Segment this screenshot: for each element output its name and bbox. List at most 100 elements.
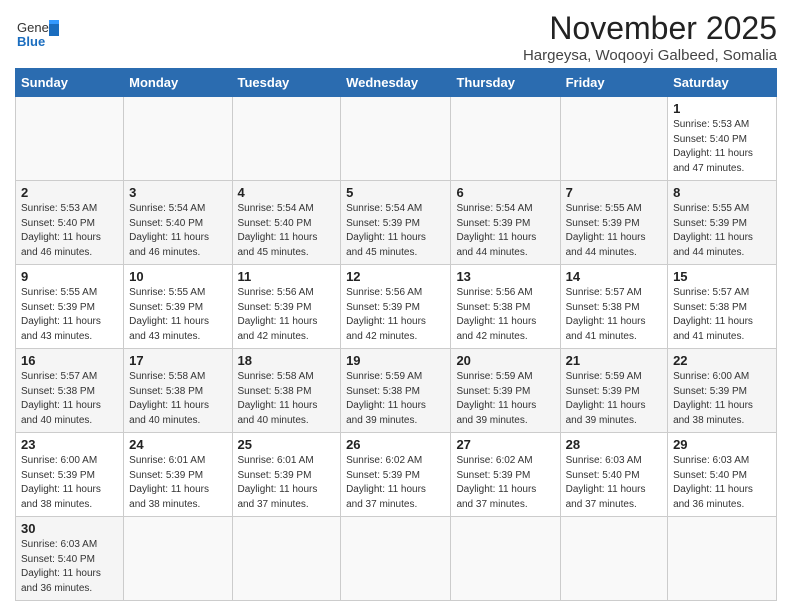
month-title: November 2025: [523, 10, 777, 47]
day-info: Sunrise: 5:53 AM Sunset: 5:40 PM Dayligh…: [21, 202, 118, 260]
day-info: Sunrise: 5:58 AM Sunset: 5:38 PM Dayligh…: [238, 370, 336, 428]
day-number: 22: [673, 353, 771, 368]
day-info: Sunrise: 5:53 AM Sunset: 5:40 PM Dayligh…: [673, 118, 771, 176]
day-number: 4: [238, 185, 336, 200]
calendar-day-cell: 2Sunrise: 5:53 AM Sunset: 5:40 PM Daylig…: [16, 181, 124, 265]
day-number: 5: [346, 185, 445, 200]
calendar-day-cell: 10Sunrise: 5:55 AM Sunset: 5:39 PM Dayli…: [124, 265, 232, 349]
day-number: 27: [456, 437, 554, 452]
day-info: Sunrise: 6:03 AM Sunset: 5:40 PM Dayligh…: [673, 454, 771, 512]
day-info: Sunrise: 6:01 AM Sunset: 5:39 PM Dayligh…: [238, 454, 336, 512]
calendar-day-cell: [124, 517, 232, 601]
day-number: 19: [346, 353, 445, 368]
day-info: Sunrise: 5:57 AM Sunset: 5:38 PM Dayligh…: [673, 286, 771, 344]
calendar-day-cell: 9Sunrise: 5:55 AM Sunset: 5:39 PM Daylig…: [16, 265, 124, 349]
day-number: 18: [238, 353, 336, 368]
day-number: 23: [21, 437, 118, 452]
day-number: 29: [673, 437, 771, 452]
title-block: November 2025 Hargeysa, Woqooyi Galbeed,…: [523, 10, 777, 64]
calendar-header-cell: Thursday: [451, 69, 560, 97]
logo-icon: General Blue: [15, 16, 59, 52]
calendar-day-cell: 17Sunrise: 5:58 AM Sunset: 5:38 PM Dayli…: [124, 349, 232, 433]
calendar-day-cell: [16, 97, 124, 181]
calendar-header-row: SundayMondayTuesdayWednesdayThursdayFrid…: [16, 69, 777, 97]
day-number: 12: [346, 269, 445, 284]
svg-text:Blue: Blue: [17, 34, 45, 49]
calendar-week-row: 1 Sunrise: 5:53 AM Sunset: 5:40 PM Daylig…: [16, 97, 777, 181]
calendar-week-row: 2Sunrise: 5:53 AM Sunset: 5:40 PM Daylig…: [16, 181, 777, 265]
calendar-day-cell: 28Sunrise: 6:03 AM Sunset: 5:40 PM Dayli…: [560, 433, 667, 517]
day-info: Sunrise: 5:54 AM Sunset: 5:39 PM Dayligh…: [346, 202, 445, 260]
day-info: Sunrise: 5:56 AM Sunset: 5:39 PM Dayligh…: [346, 286, 445, 344]
day-info: Sunrise: 5:56 AM Sunset: 5:38 PM Dayligh…: [456, 286, 554, 344]
day-number: 7: [566, 185, 662, 200]
calendar-day-cell: 21 Sunrise: 5:59 AM Sunset: 5:39 PM Dayli…: [560, 349, 667, 433]
calendar-day-cell: [232, 97, 341, 181]
calendar-day-cell: 8 Sunrise: 5:55 AM Sunset: 5:39 PM Daylig…: [668, 181, 777, 265]
calendar-day-cell: 16 Sunrise: 5:57 AM Sunset: 5:38 PM Dayli…: [16, 349, 124, 433]
calendar-day-cell: 13 Sunrise: 5:56 AM Sunset: 5:38 PM Dayli…: [451, 265, 560, 349]
calendar-day-cell: 4Sunrise: 5:54 AM Sunset: 5:40 PM Daylig…: [232, 181, 341, 265]
calendar-header-cell: Saturday: [668, 69, 777, 97]
calendar-week-row: 23 Sunrise: 6:00 AM Sunset: 5:39 PM Dayli…: [16, 433, 777, 517]
calendar-day-cell: [668, 517, 777, 601]
day-info: Sunrise: 6:00 AM Sunset: 5:39 PM Dayligh…: [21, 454, 118, 512]
day-number: 16: [21, 353, 118, 368]
day-info: Sunrise: 5:59 AM Sunset: 5:39 PM Dayligh…: [566, 370, 662, 428]
day-info: Sunrise: 5:58 AM Sunset: 5:38 PM Dayligh…: [129, 370, 226, 428]
calendar-day-cell: 12 Sunrise: 5:56 AM Sunset: 5:39 PM Dayli…: [341, 265, 451, 349]
calendar-day-cell: 1 Sunrise: 5:53 AM Sunset: 5:40 PM Daylig…: [668, 97, 777, 181]
day-info: Sunrise: 5:57 AM Sunset: 5:38 PM Dayligh…: [21, 370, 118, 428]
day-info: Sunrise: 6:02 AM Sunset: 5:39 PM Dayligh…: [456, 454, 554, 512]
calendar-day-cell: 19Sunrise: 5:59 AM Sunset: 5:38 PM Dayli…: [341, 349, 451, 433]
calendar-day-cell: 5 Sunrise: 5:54 AM Sunset: 5:39 PM Daylig…: [341, 181, 451, 265]
calendar-day-cell: [451, 97, 560, 181]
calendar-day-cell: [560, 97, 667, 181]
calendar-day-cell: 6Sunrise: 5:54 AM Sunset: 5:39 PM Daylig…: [451, 181, 560, 265]
calendar-week-row: 9Sunrise: 5:55 AM Sunset: 5:39 PM Daylig…: [16, 265, 777, 349]
calendar-day-cell: 18 Sunrise: 5:58 AM Sunset: 5:38 PM Dayli…: [232, 349, 341, 433]
calendar-header-cell: Friday: [560, 69, 667, 97]
calendar-day-cell: 25 Sunrise: 6:01 AM Sunset: 5:39 PM Dayli…: [232, 433, 341, 517]
calendar-day-cell: 7 Sunrise: 5:55 AM Sunset: 5:39 PM Daylig…: [560, 181, 667, 265]
day-info: Sunrise: 6:00 AM Sunset: 5:39 PM Dayligh…: [673, 370, 771, 428]
day-info: Sunrise: 5:55 AM Sunset: 5:39 PM Dayligh…: [673, 202, 771, 260]
day-number: 30: [21, 521, 118, 536]
day-number: 13: [456, 269, 554, 284]
calendar-day-cell: 23 Sunrise: 6:00 AM Sunset: 5:39 PM Dayli…: [16, 433, 124, 517]
calendar-day-cell: 24Sunrise: 6:01 AM Sunset: 5:39 PM Dayli…: [124, 433, 232, 517]
day-number: 24: [129, 437, 226, 452]
day-info: Sunrise: 5:54 AM Sunset: 5:39 PM Dayligh…: [456, 202, 554, 260]
calendar-week-row: 30 Sunrise: 6:03 AM Sunset: 5:40 PM Dayli…: [16, 517, 777, 601]
calendar-day-cell: 26Sunrise: 6:02 AM Sunset: 5:39 PM Dayli…: [341, 433, 451, 517]
day-number: 26: [346, 437, 445, 452]
calendar-day-cell: [341, 517, 451, 601]
logo: General Blue: [15, 16, 59, 52]
calendar-day-cell: 22 Sunrise: 6:00 AM Sunset: 5:39 PM Dayli…: [668, 349, 777, 433]
day-info: Sunrise: 5:56 AM Sunset: 5:39 PM Dayligh…: [238, 286, 336, 344]
calendar-day-cell: 27 Sunrise: 6:02 AM Sunset: 5:39 PM Dayli…: [451, 433, 560, 517]
calendar-day-cell: 29 Sunrise: 6:03 AM Sunset: 5:40 PM Dayli…: [668, 433, 777, 517]
day-number: 10: [129, 269, 226, 284]
subtitle: Hargeysa, Woqooyi Galbeed, Somalia: [523, 47, 777, 64]
day-number: 14: [566, 269, 662, 284]
day-number: 15: [673, 269, 771, 284]
calendar-day-cell: [560, 517, 667, 601]
calendar-day-cell: 30 Sunrise: 6:03 AM Sunset: 5:40 PM Dayli…: [16, 517, 124, 601]
calendar-day-cell: 15 Sunrise: 5:57 AM Sunset: 5:38 PM Dayli…: [668, 265, 777, 349]
page: General Blue November 2025 Hargeysa, Woq…: [0, 0, 792, 616]
day-number: 8: [673, 185, 771, 200]
day-number: 1: [673, 101, 771, 116]
day-info: Sunrise: 6:03 AM Sunset: 5:40 PM Dayligh…: [21, 538, 118, 596]
day-number: 11: [238, 269, 336, 284]
day-info: Sunrise: 6:03 AM Sunset: 5:40 PM Dayligh…: [566, 454, 662, 512]
calendar-day-cell: [124, 97, 232, 181]
day-number: 3: [129, 185, 226, 200]
day-number: 25: [238, 437, 336, 452]
calendar-header-cell: Sunday: [16, 69, 124, 97]
day-info: Sunrise: 5:59 AM Sunset: 5:39 PM Dayligh…: [456, 370, 554, 428]
calendar-header-cell: Monday: [124, 69, 232, 97]
day-number: 21: [566, 353, 662, 368]
calendar-day-cell: [451, 517, 560, 601]
day-info: Sunrise: 5:55 AM Sunset: 5:39 PM Dayligh…: [566, 202, 662, 260]
